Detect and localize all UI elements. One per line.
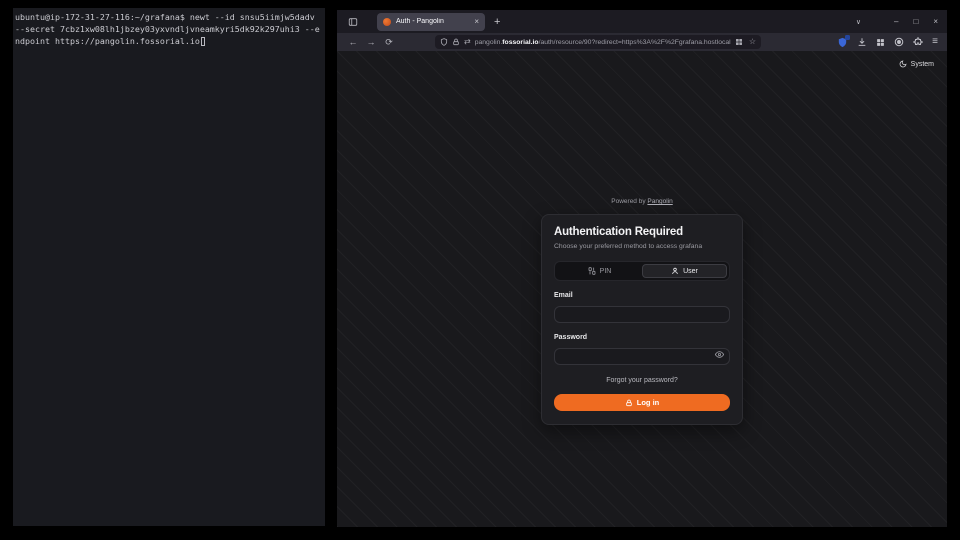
extension-badge: [845, 35, 850, 40]
pin-keypad-icon: [588, 267, 596, 275]
adblock-extension-icon[interactable]: [837, 37, 848, 48]
email-input[interactable]: [554, 306, 730, 323]
lock-icon: [625, 399, 633, 407]
tracking-protection-shield-icon[interactable]: [440, 38, 448, 46]
terminal-window[interactable]: ubuntu@ip-172-31-27-116:~/grafana$ newt …: [13, 8, 325, 526]
password-label: Password: [554, 334, 730, 341]
page-content: System Powered by Pangolin Authenticatio…: [337, 51, 947, 527]
new-tab-button[interactable]: +: [494, 16, 500, 28]
user-icon: [671, 267, 679, 275]
browser-tab-auth-pangolin[interactable]: Auth - Pangolin ×: [377, 13, 485, 31]
window-maximize-button[interactable]: □: [913, 17, 918, 26]
window-close-button[interactable]: ×: [933, 17, 938, 26]
auth-card-subtitle: Choose your preferred method to access g…: [554, 243, 730, 250]
forgot-password-link[interactable]: Forgot your password?: [554, 377, 730, 384]
login-button[interactable]: Log in: [554, 394, 730, 411]
tab-user[interactable]: User: [642, 264, 727, 278]
auth-method-tabs: PIN User: [554, 261, 730, 281]
url-text[interactable]: pangolin.fossorial.io/auth/resource/90?r…: [475, 39, 731, 46]
downloads-icon[interactable]: [857, 37, 867, 47]
reload-button[interactable]: ⟳: [382, 38, 396, 47]
auth-card-title: Authentication Required: [554, 226, 730, 238]
menu-hamburger-icon[interactable]: ≡: [932, 37, 938, 47]
theme-toggle-label: System: [911, 61, 934, 68]
back-button[interactable]: ←: [346, 38, 360, 47]
tab-title: Auth - Pangolin: [396, 18, 469, 25]
powered-by: Powered by Pangolin: [541, 198, 743, 205]
apps-grid-icon[interactable]: [876, 38, 885, 47]
privacy-extension-icon[interactable]: [894, 37, 904, 47]
moon-icon: [899, 60, 907, 68]
url-bar[interactable]: ⇄ pangolin.fossorial.io/auth/resource/90…: [435, 35, 761, 49]
bookmark-star-icon[interactable]: ☆: [749, 38, 756, 46]
auth-card: Authentication Required Choose your pref…: [541, 214, 743, 425]
theme-toggle[interactable]: System: [899, 60, 934, 68]
list-all-tabs-icon[interactable]: ∨: [856, 18, 861, 26]
window-minimize-button[interactable]: –: [894, 17, 898, 26]
terminal-line: ubuntu@ip-172-31-27-116:~/grafana$ newt …: [15, 11, 323, 23]
browser-tab-bar: Auth - Pangolin × + ∨ – □ ×: [337, 10, 947, 33]
pangolin-link[interactable]: Pangolin: [647, 198, 672, 205]
tab-pin[interactable]: PIN: [557, 264, 642, 278]
forward-button[interactable]: →: [364, 38, 378, 47]
https-lock-icon[interactable]: [452, 38, 460, 46]
browser-toolbar: ← → ⟳ ⇄ pangolin.fossorial.io/auth/resou…: [337, 33, 947, 51]
password-input[interactable]: [554, 348, 730, 365]
show-password-eye-icon[interactable]: [715, 350, 724, 359]
pangolin-favicon-icon: [383, 18, 391, 26]
toolbar-extensions-area: ≡: [837, 37, 938, 48]
tab-close-icon[interactable]: ×: [474, 18, 479, 26]
firefox-view-icon[interactable]: [346, 15, 360, 29]
terminal-line: --secret 7cbz1xw08lh1jbzey03yxvndljvneam…: [15, 23, 323, 35]
browser-window: Auth - Pangolin × + ∨ – □ × ← → ⟳ ⇄ pang…: [337, 10, 947, 527]
terminal-line: ndpoint https://pangolin.fossorial.io: [15, 35, 200, 47]
email-label: Email: [554, 292, 730, 299]
page-actions-grid-icon[interactable]: [735, 38, 743, 46]
terminal-cursor: [201, 37, 205, 46]
permissions-arrows-icon[interactable]: ⇄: [464, 38, 471, 46]
extensions-puzzle-icon[interactable]: [913, 37, 923, 47]
terminal-output: ubuntu@ip-172-31-27-116:~/grafana$ newt …: [13, 8, 325, 50]
